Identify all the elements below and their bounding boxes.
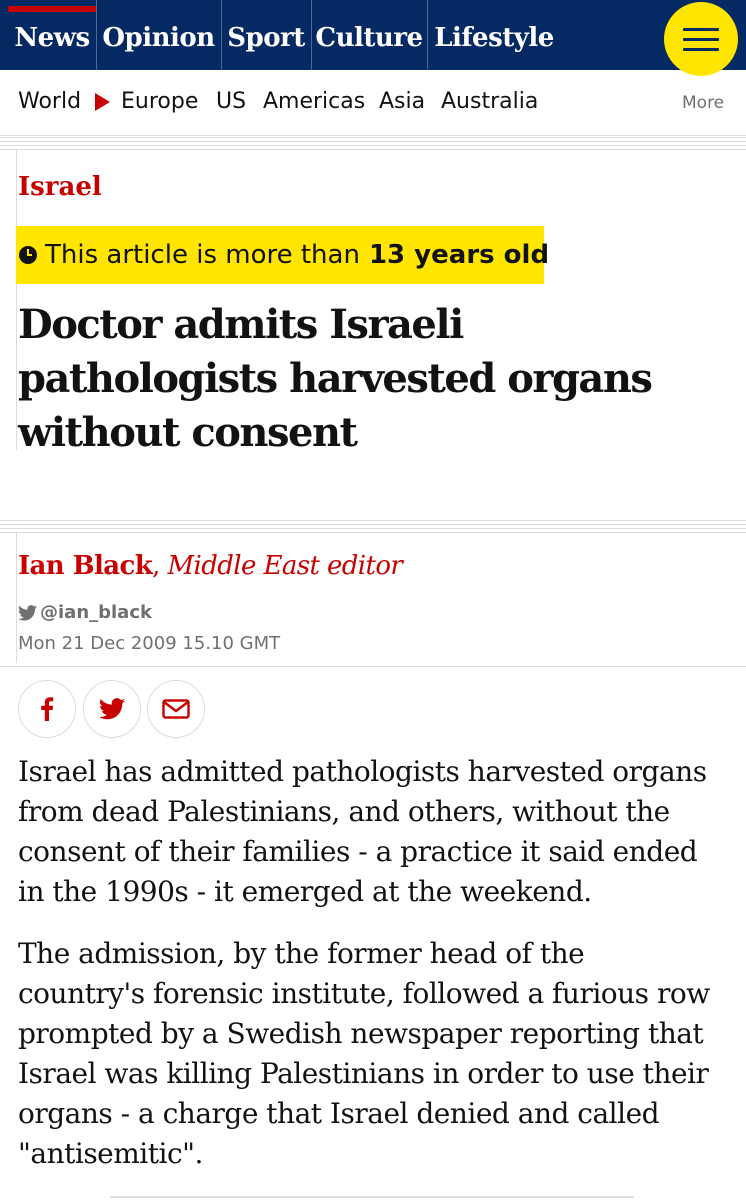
twitter-icon <box>99 698 125 720</box>
headline-line: pathologists harvested organs <box>18 355 653 402</box>
clock-icon <box>19 246 37 264</box>
subnav-item-asia[interactable]: Asia <box>379 89 425 114</box>
article-paragraph: Israel has admitted pathologists harvest… <box>18 752 730 912</box>
subnav-item-us[interactable]: US <box>216 89 246 114</box>
byline: Ian Black, Middle East editor <box>18 551 403 581</box>
nav-pillar-news[interactable]: News <box>8 0 96 70</box>
subnav-item-americas[interactable]: Americas <box>263 89 365 114</box>
publish-date: Mon 21 Dec 2009 15.10 GMT <box>18 633 281 654</box>
paragraph-line: country's forensic institute, followed a… <box>18 977 710 1010</box>
column-rule <box>16 533 17 663</box>
paragraph-line: "antisemitic". <box>18 1137 203 1170</box>
paragraph-line: prompted by a Swedish newspaper reportin… <box>18 1017 704 1050</box>
paragraph-line: The admission, by the former head of the <box>18 937 585 970</box>
paragraph-line: in the 1990s - it emerged at the weekend… <box>18 875 592 908</box>
author-name[interactable]: Ian Black <box>18 551 153 581</box>
facebook-icon <box>41 697 54 721</box>
email-icon <box>162 699 190 719</box>
bottom-divider <box>110 1196 634 1198</box>
author-twitter[interactable]: @ian_black <box>18 602 152 623</box>
age-badge-emphasis: 13 years old <box>368 240 550 270</box>
triangle-right-icon <box>95 93 110 111</box>
share-email-button[interactable] <box>147 680 205 738</box>
share-twitter-button[interactable] <box>83 680 141 738</box>
section-label[interactable]: Israel <box>18 172 102 202</box>
article-paragraph: The admission, by the former head of the… <box>18 934 730 1174</box>
top-nav: News Opinion Sport Culture Lifestyle <box>0 0 746 76</box>
headline: Doctor admits Israeli pathologists harve… <box>18 298 718 460</box>
subnav-item-australia[interactable]: Australia <box>441 89 538 114</box>
nav-pillar-opinion[interactable]: Opinion <box>97 0 220 70</box>
paragraph-line: consent of their families - a practice i… <box>18 835 698 868</box>
section-divider <box>0 137 746 150</box>
nav-pillar-lifestyle[interactable]: Lifestyle <box>428 0 560 70</box>
hamburger-menu-icon-bar <box>683 38 719 41</box>
subnav-item-europe[interactable]: Europe <box>121 89 198 114</box>
column-rule <box>16 150 17 450</box>
hamburger-menu-icon-bar <box>683 48 719 51</box>
paragraph-line: organs - a charge that Israel denied and… <box>18 1097 660 1130</box>
hamburger-menu-icon <box>683 28 719 31</box>
nav-pillar-sport[interactable]: Sport <box>222 0 310 70</box>
meta-divider <box>0 666 746 667</box>
paragraph-line: from dead Palestinians, and others, with… <box>18 795 670 828</box>
headline-line: Doctor admits Israeli <box>18 301 464 348</box>
article-age-badge: This article is more than 13 years old <box>16 226 549 284</box>
twitter-bird-icon <box>18 604 37 621</box>
byline-divider <box>0 520 746 533</box>
twitter-handle: @ian_black <box>40 602 152 623</box>
subnav-more-link[interactable]: More <box>682 93 724 113</box>
author-role: Middle East editor <box>167 551 403 581</box>
age-badge-text: This article is more than <box>45 240 360 270</box>
nav-pillar-culture[interactable]: Culture <box>312 0 426 70</box>
sub-nav: World Europe US Americas Asia Australia … <box>0 70 746 136</box>
paragraph-line: Israel was killing Palestinians in order… <box>18 1057 709 1090</box>
share-facebook-button[interactable] <box>18 680 76 738</box>
menu-button[interactable] <box>664 2 738 76</box>
subnav-item-world[interactable]: World <box>18 89 81 114</box>
byline-comma: , <box>152 551 168 581</box>
paragraph-line: Israel has admitted pathologists harvest… <box>18 755 707 788</box>
headline-line: without consent <box>18 409 358 456</box>
